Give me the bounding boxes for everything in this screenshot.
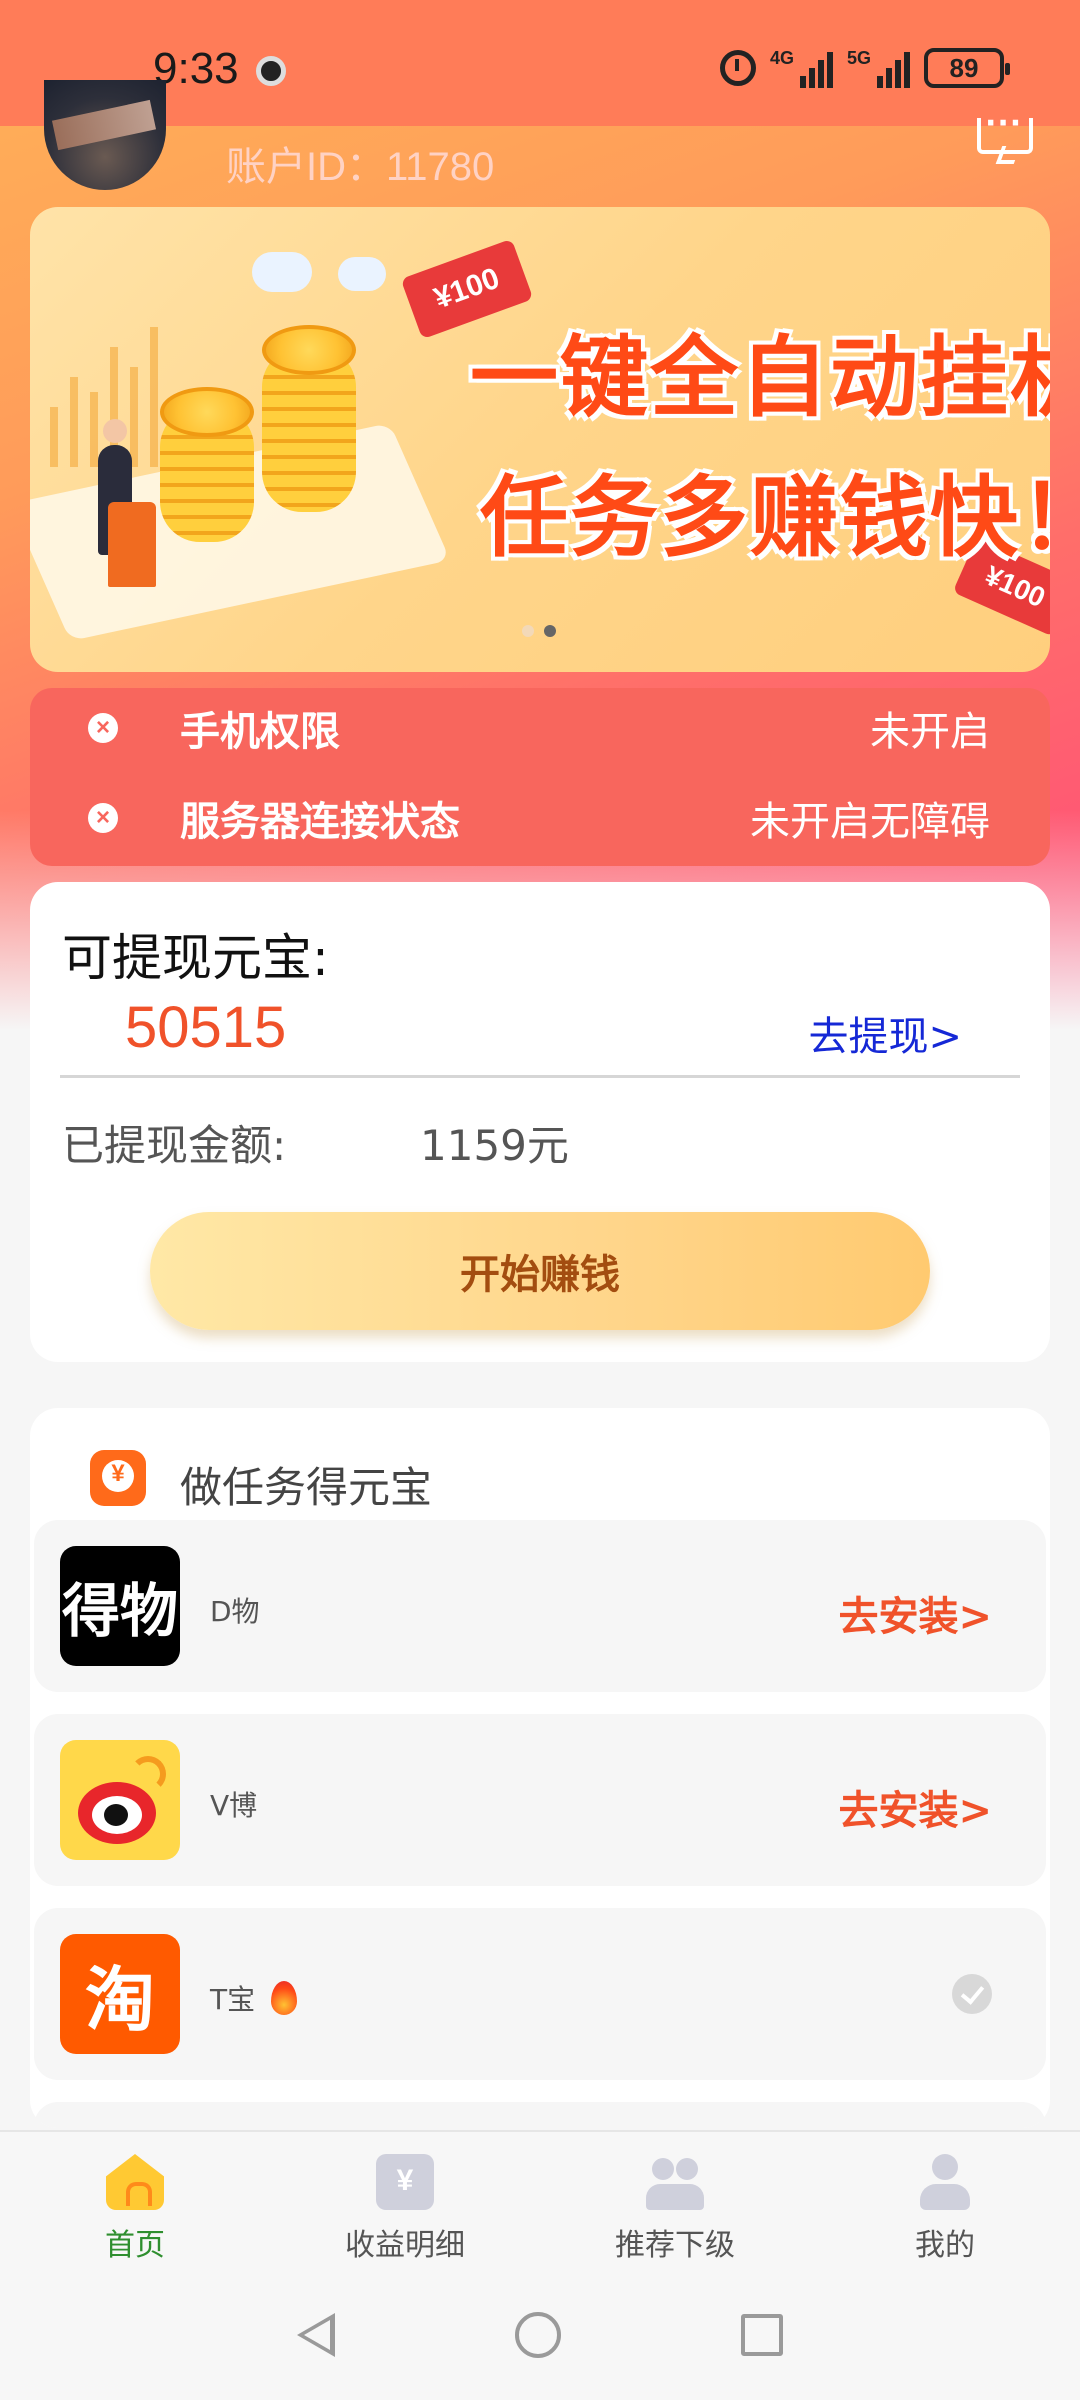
- home-icon: [106, 2154, 164, 2210]
- signal-5g-icon: 5G: [847, 48, 910, 88]
- install-button[interactable]: 去安装>: [838, 1584, 992, 1642]
- coin-icon: [262, 325, 356, 375]
- back-icon[interactable]: [297, 2313, 335, 2357]
- fire-icon: [271, 1981, 298, 2015]
- status-icons: 4G 5G 89: [719, 46, 1010, 90]
- check-circle-icon: [952, 1974, 992, 2014]
- permission-row-server[interactable]: × 服务器连接状态 未开启无障碍: [30, 778, 1050, 858]
- alarm-icon: [719, 50, 756, 86]
- earnings-icon: [376, 2154, 434, 2210]
- permission-status-card: × 手机权限 未开启 × 服务器连接状态 未开启无障碍: [30, 688, 1050, 866]
- promo-banner[interactable]: ¥100 ¥100 一键全自动挂机 任务多赚钱快！: [30, 207, 1050, 672]
- banner-headline: 一键全自动挂机: [470, 326, 1050, 429]
- task-item-partial[interactable]: [34, 2102, 1046, 2128]
- install-button[interactable]: 去安装>: [838, 1778, 992, 1836]
- permission-value: 未开启: [870, 709, 990, 755]
- permission-label: 手机权限: [180, 709, 340, 755]
- tasks-title: 做任务得元宝: [180, 1463, 433, 1512]
- permission-value: 未开启无障碍: [750, 799, 990, 845]
- banner-subheadline: 任务多赚钱快！: [480, 466, 1050, 569]
- nav-label: 推荐下级: [615, 2228, 735, 2263]
- recent-apps-icon[interactable]: [741, 2314, 783, 2356]
- withdraw-link[interactable]: 去提现>: [808, 1004, 962, 1062]
- task-item-dewu[interactable]: 得物 D物 去安装>: [34, 1520, 1046, 1692]
- start-earning-button[interactable]: 开始赚钱: [150, 1212, 930, 1330]
- nav-label: 我的: [915, 2228, 975, 2263]
- app-name-text: D物: [210, 1595, 260, 1628]
- nav-label: 首页: [105, 2228, 165, 2263]
- divider: [60, 1075, 1020, 1078]
- coin-house-icon: [90, 1450, 146, 1506]
- withdrawn-value: 1159元: [420, 1121, 569, 1170]
- message-icon[interactable]: [977, 106, 1033, 154]
- network-label-5g: 5G: [846, 48, 871, 68]
- coin-icon: [160, 387, 254, 437]
- wallet-amount: 50515: [125, 995, 287, 1060]
- battery-icon: 89: [924, 48, 1010, 88]
- task-app-name: T宝: [210, 1978, 298, 2018]
- nav-label: 收益明细: [345, 2228, 465, 2263]
- dewu-app-icon: 得物: [60, 1546, 180, 1666]
- task-item-taobao[interactable]: 淘 T宝: [34, 1908, 1046, 2080]
- profile-icon: [916, 2154, 974, 2210]
- wallet-title: 可提现元宝:: [62, 929, 329, 987]
- referral-icon: [646, 2154, 704, 2210]
- app-name-text: T宝: [210, 1983, 256, 2016]
- nav-home[interactable]: 首页: [0, 2132, 270, 2270]
- task-item-weibo[interactable]: V博 去安装>: [34, 1714, 1046, 1886]
- nav-me[interactable]: 我的: [810, 2132, 1080, 2270]
- nav-earnings[interactable]: 收益明细: [270, 2132, 540, 2270]
- task-app-name: V博: [210, 1784, 257, 1824]
- bottom-navigation: 首页 收益明细 推荐下级 我的: [0, 2130, 1080, 2270]
- notification-dot-icon: [256, 56, 286, 86]
- network-label-4g: 4G: [769, 48, 794, 68]
- account-id: 账户ID：11780: [226, 145, 495, 189]
- cloud-icon: [252, 252, 312, 292]
- signal-4g-icon: 4G: [770, 48, 833, 88]
- permission-row-phone[interactable]: × 手机权限 未开启: [30, 688, 1050, 768]
- wallet-card: 可提现元宝: 50515 去提现> 已提现金额: 1159元 开始赚钱: [30, 882, 1050, 1362]
- system-navigation-bar: [0, 2270, 1080, 2400]
- withdrawn-label: 已提现金额:: [62, 1121, 287, 1170]
- taobao-app-icon: 淘: [60, 1934, 180, 2054]
- podium: [108, 502, 156, 587]
- close-circle-icon: ×: [88, 803, 118, 833]
- tasks-card: 做任务得元宝 得物 D物 去安装> V博 去安装> 淘 T宝: [30, 1408, 1050, 2128]
- weibo-app-icon: [60, 1740, 180, 1860]
- banner-dot-active[interactable]: [544, 625, 556, 637]
- close-circle-icon: ×: [88, 713, 118, 743]
- permission-label: 服务器连接状态: [180, 799, 460, 845]
- task-app-name: D物: [210, 1590, 260, 1630]
- cloud-icon: [338, 257, 386, 291]
- home-circle-icon[interactable]: [515, 2312, 561, 2358]
- app-name-text: V博: [210, 1789, 258, 1822]
- nav-referral[interactable]: 推荐下级: [540, 2132, 810, 2270]
- banner-dot[interactable]: [522, 625, 534, 637]
- banner-pagination: [522, 625, 556, 637]
